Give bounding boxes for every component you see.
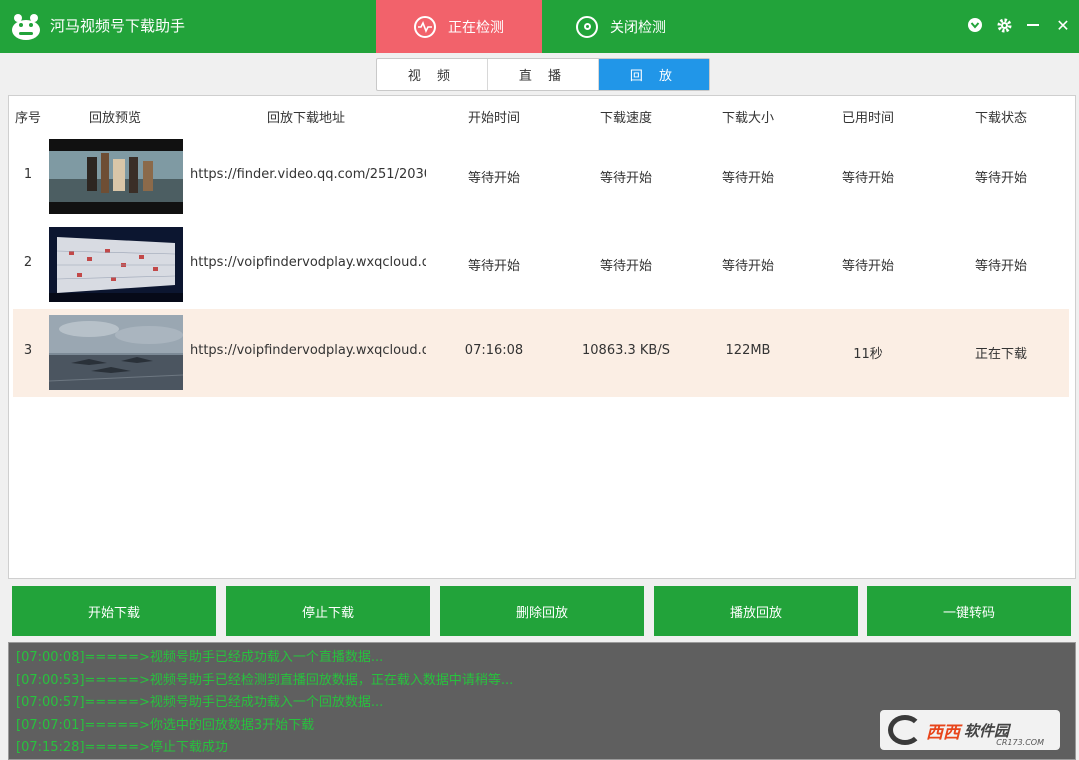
row-status: 等待开始: [974, 259, 1028, 274]
log-line: [07:00:53]=====>视频号助手已经检测到直播回放数据，正在载入数据中…: [16, 672, 514, 688]
stop-download-button[interactable]: 停止下载: [226, 586, 430, 636]
row-size: 等待开始: [721, 171, 775, 186]
close-detect-tab[interactable]: 关闭检测: [576, 0, 716, 53]
tab-video[interactable]: 视 频: [377, 59, 488, 90]
watermark-c-icon: [888, 715, 922, 745]
row-url: https://voipfindervodplay.wxqcloud.qq.co…: [190, 255, 426, 270]
dropdown-menu-icon[interactable]: [964, 14, 986, 36]
col-header-url: 回放下载地址: [266, 111, 346, 126]
table-row[interactable]: 1 https://finder.video.qq.com/251/20302/…: [13, 133, 1069, 221]
replay-table: 序号 回放预览 回放下载地址 开始时间 下载速度 下载大小 已用时间 下载状态 …: [8, 95, 1076, 579]
video-thumbnail: [49, 139, 183, 214]
stop-circle-icon: [576, 15, 598, 38]
col-header-start-time: 开始时间: [467, 111, 521, 126]
row-index: 1: [23, 167, 33, 182]
col-header-status: 下载状态: [974, 111, 1028, 126]
row-size: 122MB: [725, 343, 771, 358]
col-header-elapsed: 已用时间: [841, 111, 895, 126]
row-url: https://finder.video.qq.com/251/20302/st…: [190, 167, 426, 182]
row-speed: 等待开始: [599, 171, 653, 186]
watermark-logo: 西西 软件园 CR173.COM: [880, 710, 1060, 750]
table-row[interactable]: 2 https://voipfindervodplay.wxqcloud.qq.…: [13, 221, 1069, 309]
col-header-speed: 下载速度: [599, 111, 653, 126]
watermark-brand: 西西: [926, 722, 960, 743]
start-download-button[interactable]: 开始下载: [12, 586, 216, 636]
app-title: 河马视频号下载助手: [50, 17, 186, 35]
close-detect-tab-label: 关闭检测: [610, 19, 666, 36]
row-speed: 等待开始: [599, 259, 653, 274]
row-url: https://voipfindervodplay.wxqcloud.qq.co…: [190, 343, 426, 358]
detect-wave-icon: [414, 15, 436, 38]
tab-replay[interactable]: 回 放: [599, 59, 709, 90]
col-header-size: 下载大小: [721, 111, 775, 126]
table-row-selected[interactable]: 3 https://voipfindervodplay.wxqcloud.qq.…: [13, 309, 1069, 397]
gear-icon[interactable]: [993, 14, 1015, 36]
row-status: 正在下载: [974, 347, 1028, 362]
row-size: 等待开始: [721, 259, 775, 274]
transcode-button[interactable]: 一键转码: [867, 586, 1071, 636]
minimize-icon[interactable]: [1022, 14, 1044, 36]
table-header: 序号 回放预览 回放下载地址 开始时间 下载速度 下载大小 已用时间 下载状态: [9, 96, 1075, 134]
detecting-tab-label: 正在检测: [448, 19, 504, 36]
col-header-index: 序号: [14, 111, 42, 126]
hippo-logo-icon: [12, 14, 40, 40]
close-icon[interactable]: ✕: [1052, 14, 1074, 36]
log-line: [07:00:08]=====>视频号助手已经成功载入一个直播数据...: [16, 650, 384, 665]
row-index: 2: [23, 255, 33, 270]
video-thumbnail: [49, 227, 183, 302]
row-start-time: 等待开始: [467, 259, 521, 274]
row-elapsed: 等待开始: [841, 259, 895, 274]
row-start-time: 等待开始: [467, 171, 521, 186]
tab-live[interactable]: 直 播: [488, 59, 599, 90]
row-elapsed: 11秒: [853, 347, 883, 362]
row-index: 3: [23, 343, 33, 358]
video-thumbnail: [49, 315, 183, 390]
delete-replay-button[interactable]: 删除回放: [440, 586, 644, 636]
content-type-tabs: 视 频 直 播 回 放: [376, 58, 710, 91]
play-replay-button[interactable]: 播放回放: [654, 586, 858, 636]
detecting-tab[interactable]: 正在检测: [376, 0, 542, 53]
title-bar: 河马视频号下载助手 正在检测 关闭检测 ✕: [0, 0, 1079, 53]
watermark-domain: CR173.COM: [996, 738, 1044, 747]
row-elapsed: 等待开始: [841, 171, 895, 186]
col-header-preview: 回放预览: [88, 111, 142, 126]
row-speed: 10863.3 KB/S: [582, 343, 670, 358]
row-status: 等待开始: [974, 171, 1028, 186]
row-start-time: 07:16:08: [464, 343, 524, 358]
